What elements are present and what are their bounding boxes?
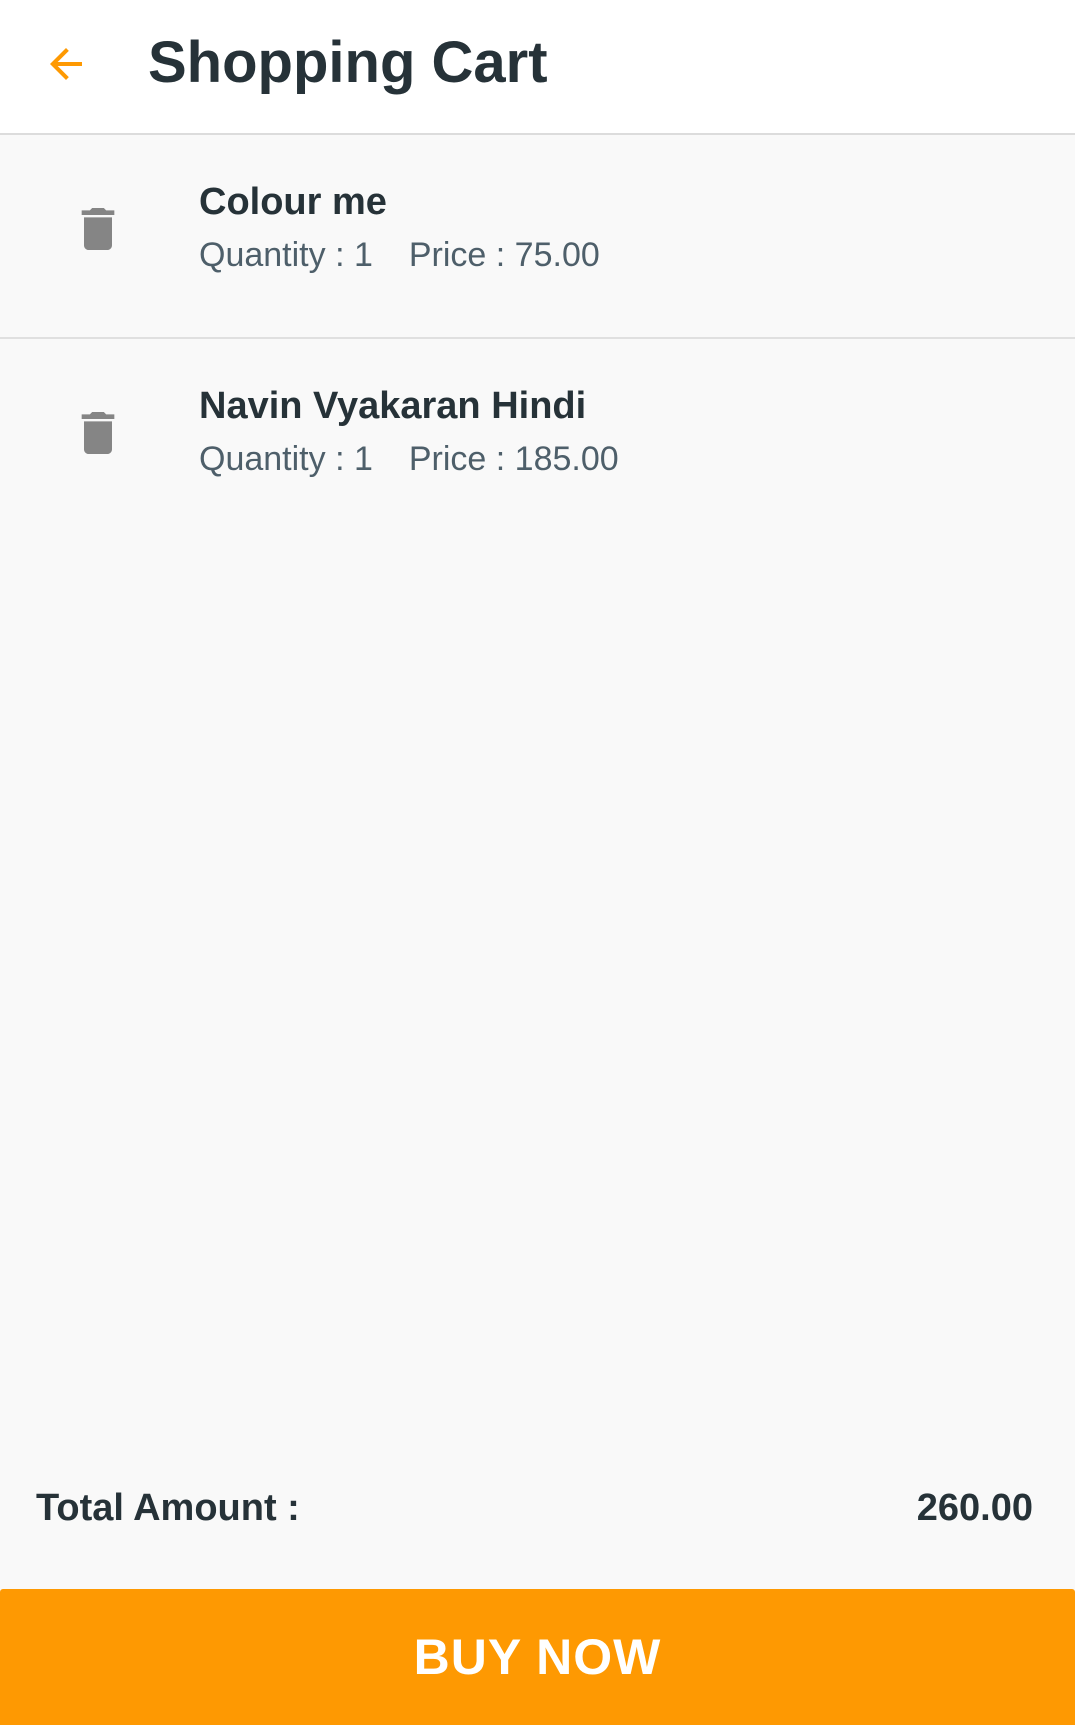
item-meta: Quantity : 1 Price : 185.00	[199, 439, 619, 479]
buy-now-button[interactable]: BUY NOW	[0, 1589, 1075, 1725]
total-amount-value: 260.00	[916, 1487, 1033, 1529]
item-price: Price : 185.00	[408, 440, 619, 478]
cart-item: Colour me Quantity : 1 Price : 75.00	[0, 135, 1075, 339]
item-quantity: Quantity : 1	[199, 236, 373, 274]
total-row: Total Amount : 260.00	[36, 1483, 1033, 1533]
arrow-left-icon	[50, 48, 82, 80]
cart-item: Navin Vyakaran Hindi Quantity : 1 Price :…	[0, 339, 1075, 543]
item-name: Colour me	[199, 181, 387, 223]
back-button[interactable]	[30, 28, 102, 100]
delete-item-button[interactable]	[62, 397, 134, 469]
buy-now-label: BUY NOW	[413, 1629, 662, 1685]
item-name: Navin Vyakaran Hindi	[199, 385, 587, 427]
item-price: Price : 75.00	[408, 236, 600, 274]
item-quantity: Quantity : 1	[199, 440, 373, 478]
delete-item-button[interactable]	[62, 193, 134, 265]
cart-list: Colour me Quantity : 1 Price : 75.00 Navi…	[0, 135, 1075, 543]
app-bar: Shopping Cart	[0, 0, 1075, 135]
trash-icon	[81, 208, 115, 250]
item-meta: Quantity : 1 Price : 75.00	[199, 235, 600, 275]
page-title: Shopping Cart	[148, 30, 548, 95]
trash-icon	[81, 412, 115, 454]
total-amount-label: Total Amount :	[36, 1487, 300, 1529]
